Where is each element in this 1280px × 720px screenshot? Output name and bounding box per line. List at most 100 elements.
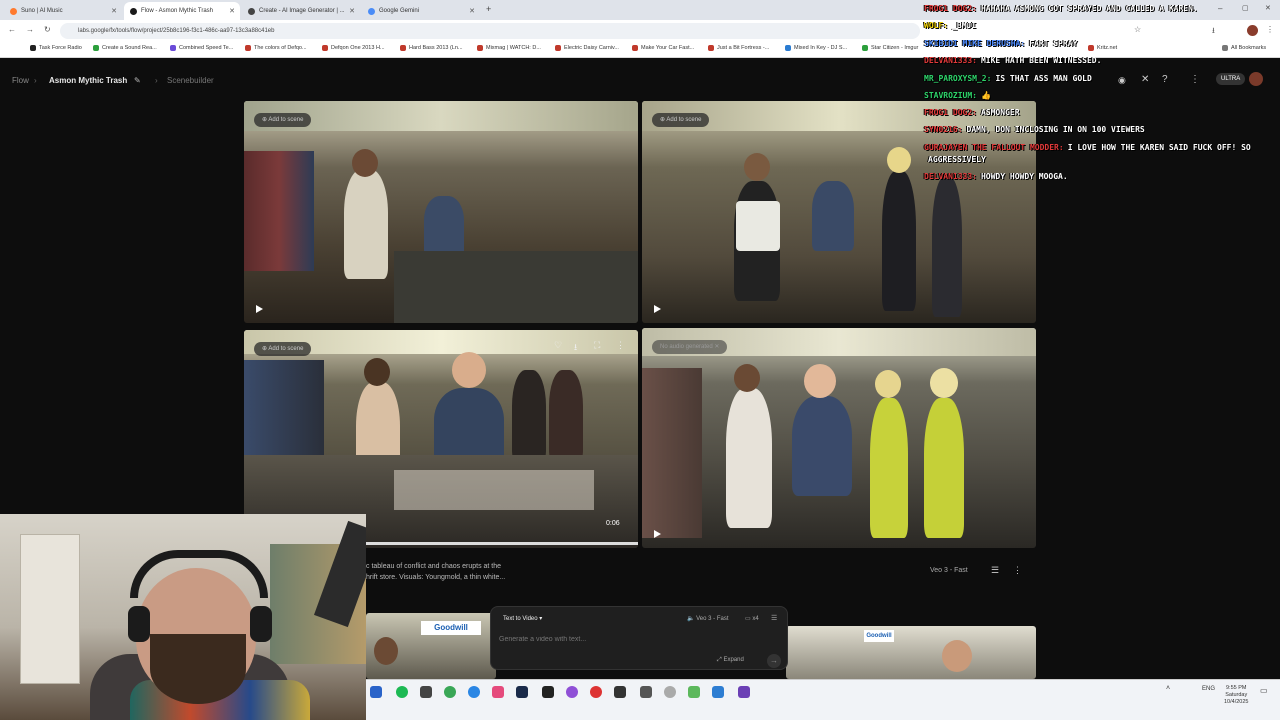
add-to-scene-chip[interactable]: ⊕ Add to scene (254, 342, 312, 356)
clock[interactable]: 9:55 PM Saturday 10/4/2025 (1224, 685, 1248, 706)
send-arrow-icon[interactable]: → (767, 654, 781, 668)
play-icon[interactable] (654, 530, 661, 538)
settings-icon[interactable] (664, 686, 676, 698)
expand-button[interactable]: ⤢ Expand (717, 657, 744, 664)
close-icon[interactable]: ✕ (714, 344, 719, 350)
chevron-up-icon[interactable]: ˄ (1166, 685, 1170, 692)
tab-suno[interactable]: Suno | AI Music ✕ (4, 2, 122, 20)
maximize-icon[interactable]: ▢ (1242, 4, 1249, 12)
bookmark-item[interactable]: Mixed In Key - DJ S... (785, 45, 847, 51)
close-icon[interactable]: ✕ (469, 7, 475, 15)
profile-avatar[interactable] (1247, 25, 1258, 36)
settings-sliders-icon[interactable]: ☰ (991, 565, 999, 576)
chevron-down-icon: ▾ (539, 616, 543, 622)
prompt-input[interactable] (499, 633, 769, 645)
tab-title: Create - AI Image Generator | ... (259, 8, 345, 14)
edge-icon[interactable] (468, 686, 480, 698)
download-icon[interactable]: ⭳ (574, 340, 577, 356)
app-icon[interactable] (738, 686, 750, 698)
bookmark-item[interactable]: The colors of Defqo... (245, 45, 307, 51)
chat-message: SKIBIDI MIKE DERUSHA: FART SPRAY (924, 39, 1077, 48)
play-icon[interactable] (256, 305, 263, 313)
app-icon[interactable] (542, 686, 554, 698)
speaker-icon: 🔈 (687, 616, 697, 622)
video-tile-6[interactable]: Goodwill (786, 626, 1036, 679)
help-icon[interactable]: ? (1162, 74, 1168, 85)
new-tab-icon[interactable]: + (486, 4, 491, 14)
video-tile-2[interactable]: ⊕ Add to scene (642, 101, 1036, 323)
bookmark-item[interactable]: Star Citizen - Imgur (862, 45, 918, 51)
bookmark-star-icon[interactable]: ☆ (1134, 25, 1141, 34)
bookmark-icon (322, 45, 328, 51)
terminal-icon[interactable] (640, 686, 652, 698)
bookmark-item[interactable]: Task Force Radio (30, 45, 82, 51)
start-icon[interactable] (370, 686, 382, 698)
window-close-icon[interactable]: ✕ (1265, 4, 1271, 12)
minimize-icon[interactable]: – (1218, 4, 1222, 13)
bookmark-item[interactable]: Kritz.net (1088, 45, 1117, 51)
tab-create[interactable]: Create - AI Image Generator | ... ✕ (242, 2, 360, 20)
notification-icon[interactable]: ▭ (1260, 686, 1268, 695)
bookmark-item[interactable]: Make Your Car Fast... (632, 45, 694, 51)
close-icon[interactable]: ✕ (111, 7, 117, 15)
chat-text: 👍 (980, 91, 991, 100)
bookmark-item[interactable]: Combined Speed Te... (170, 45, 233, 51)
windows-taskbar: ˄ ENG 9:55 PM Saturday 10/4/2025 ▭ (366, 679, 1280, 720)
language-indicator[interactable]: ENG (1202, 686, 1215, 692)
back-icon[interactable]: ← (8, 25, 16, 34)
steam-icon[interactable] (516, 686, 528, 698)
close-icon[interactable]: ✕ (349, 7, 355, 15)
video-tile-1[interactable]: ⊕ Add to scene (244, 101, 638, 323)
clip-duration: 0:06 (606, 520, 620, 527)
play-icon[interactable] (654, 305, 661, 313)
chat-message: FROG1 DOG2: ASMONGER (924, 108, 1020, 117)
obs-icon[interactable] (566, 686, 578, 698)
mode-select[interactable]: Text to Video ▾ (503, 615, 542, 622)
breadcrumb-scenebuilder[interactable]: Scenebuilder (167, 76, 214, 85)
close-icon[interactable]: ✕ (229, 7, 235, 15)
video-tile-5[interactable]: Goodwill (366, 613, 496, 679)
app-icon[interactable] (590, 686, 602, 698)
tab-flow[interactable]: Flow - Asmon Mythic Trash ✕ (124, 2, 240, 20)
bookmark-item[interactable]: Mixmag | WATCH: D... (477, 45, 541, 51)
breadcrumb-flow[interactable]: Flow (12, 76, 29, 85)
download-icon[interactable]: ⭳ (1212, 25, 1215, 39)
tab-gemini[interactable]: Google Gemini ✕ (362, 2, 480, 20)
more-options-icon[interactable]: ⋮ (1013, 565, 1022, 576)
discord-icon[interactable]: ◉ (1118, 75, 1126, 86)
heart-icon[interactable]: ♡ (554, 340, 562, 351)
project-title[interactable]: Asmon Mythic Trash (49, 76, 127, 85)
browser-menu-icon[interactable]: ⋮ (1266, 25, 1274, 34)
app-icon[interactable] (614, 686, 626, 698)
avatar[interactable] (1249, 72, 1263, 86)
video-tile-4[interactable]: No audio generated ✕ (642, 328, 1036, 548)
bookmark-item[interactable]: Create a Sound Rea... (93, 45, 157, 51)
model-select[interactable]: 🔈 Veo 3 - Fast (687, 615, 729, 622)
reload-icon[interactable]: ↻ (44, 25, 51, 34)
bookmark-item[interactable]: Electric Daisy Carniv... (555, 45, 619, 51)
app-icon[interactable] (688, 686, 700, 698)
add-to-scene-chip[interactable]: ⊕ Add to scene (254, 113, 312, 127)
all-bookmarks[interactable]: All Bookmarks (1222, 45, 1266, 51)
settings-icon[interactable]: ☰ (771, 614, 777, 622)
chat-text: DAMN, DON INCLOSING IN ON 100 VIEWERS (966, 125, 1145, 134)
app-icon[interactable] (420, 686, 432, 698)
fullscreen-icon[interactable]: ⛶ (594, 340, 600, 351)
more-menu-icon[interactable]: ⋮ (1190, 74, 1200, 85)
bookmark-item[interactable]: Defqon One 2013 H... (322, 45, 385, 51)
edit-pencil-icon[interactable]: ✎ (134, 76, 141, 85)
bookmark-item[interactable]: Hard Bass 2013 (Ln... (400, 45, 463, 51)
bookmark-label: Create a Sound Rea... (102, 45, 157, 51)
forward-icon[interactable]: → (26, 25, 34, 34)
bookmark-item[interactable]: Just a Bit Fortress -... (708, 45, 769, 51)
app-icon[interactable] (492, 686, 504, 698)
spotify-icon[interactable] (396, 686, 408, 698)
app-icon[interactable] (712, 686, 724, 698)
chrome-icon[interactable] (444, 686, 456, 698)
url-input[interactable]: labs.google/fx/tools/flow/project/25b8c1… (60, 23, 920, 39)
output-count[interactable]: ▭ x4 (745, 615, 759, 622)
add-to-scene-chip[interactable]: ⊕ Add to scene (652, 113, 710, 127)
chat-message: FROG1 DOG2: HAHAHA ASMONG GOT SPRAYED AND… (924, 4, 1198, 13)
x-social-icon[interactable]: ✕ (1141, 74, 1149, 85)
more-options-icon[interactable]: ⋮ (616, 340, 625, 351)
